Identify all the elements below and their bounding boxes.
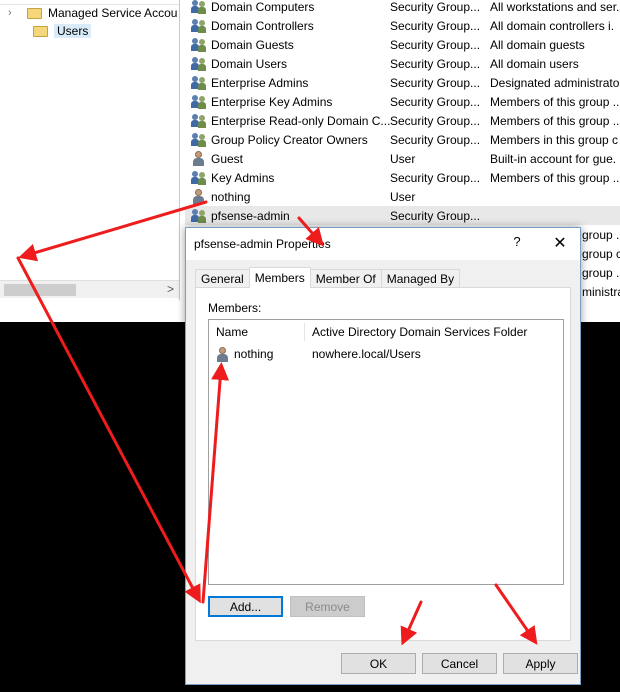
- row-type: Security Group...: [390, 0, 481, 14]
- row-name: Enterprise Admins: [211, 75, 309, 90]
- column-header-folder[interactable]: Active Directory Domain Services Folder: [305, 325, 527, 339]
- members-label: Members:: [208, 301, 262, 315]
- tab-managed-by[interactable]: Managed By: [380, 269, 461, 288]
- user-icon: [215, 346, 231, 362]
- dialog-titlebar[interactable]: pfsense-admin Properties ? ✕: [186, 228, 580, 260]
- row-type: Security Group...: [390, 56, 481, 71]
- members-listview[interactable]: Name Active Directory Domain Services Fo…: [208, 319, 564, 585]
- group-icon: [191, 56, 207, 71]
- dialog-title: pfsense-admin Properties: [194, 237, 331, 251]
- row-description: Members of this group ...: [490, 170, 620, 185]
- chevron-right-icon[interactable]: ›: [8, 7, 22, 19]
- member-folder: nowhere.local/Users: [312, 347, 421, 361]
- user-icon: [191, 189, 207, 204]
- list-row-domain-computers[interactable]: Domain Computers Security Group... All w…: [185, 0, 620, 16]
- close-icon[interactable]: ✕: [550, 233, 570, 253]
- row-description: All domain guests: [490, 37, 585, 52]
- folder-icon: [33, 25, 48, 37]
- tree-item-label: Managed Service Accou: [48, 6, 178, 20]
- list-row-nothing[interactable]: nothing User: [185, 187, 620, 206]
- clipped-desc: group ...: [582, 228, 620, 242]
- group-icon: [191, 94, 207, 109]
- column-header: Name Active Directory Domain Services Fo…: [209, 320, 563, 344]
- row-description: Designated administrato: [490, 75, 620, 90]
- row-type: Security Group...: [390, 208, 481, 223]
- row-name: Domain Computers: [211, 0, 315, 14]
- row-description: All domain users: [490, 56, 579, 71]
- row-type: Security Group...: [390, 170, 481, 185]
- row-type: User: [390, 151, 416, 166]
- user-icon: [191, 151, 207, 166]
- clipped-descriptions: group ... group can group ... ministrato: [582, 228, 620, 304]
- group-icon: [191, 0, 207, 14]
- row-type: Security Group...: [390, 94, 481, 109]
- row-name: nothing: [211, 189, 251, 204]
- list-row-enterprise-read-only[interactable]: Enterprise Read-only Domain C... Securit…: [185, 111, 620, 130]
- row-name: Domain Users: [211, 56, 288, 71]
- column-header-name[interactable]: Name: [209, 323, 305, 341]
- list-row-guest[interactable]: Guest User Built-in account for gue.: [185, 149, 620, 168]
- tree-item-managed-service-accounts[interactable]: › Managed Service Accou: [0, 4, 179, 22]
- group-icon: [191, 132, 207, 147]
- row-name: Group Policy Creator Owners: [211, 132, 368, 147]
- tab-general[interactable]: General: [195, 269, 250, 288]
- row-name: Guest: [211, 151, 244, 166]
- row-type: Security Group...: [390, 75, 481, 90]
- group-icon: [191, 37, 207, 52]
- list-row-group-policy-creator-owners[interactable]: Group Policy Creator Owners Security Gro…: [185, 130, 620, 149]
- horizontal-scrollbar[interactable]: >: [0, 280, 179, 298]
- row-type: Security Group...: [390, 37, 481, 52]
- row-type: Security Group...: [390, 113, 481, 128]
- group-icon: [191, 113, 207, 128]
- group-icon: [191, 170, 207, 185]
- row-name: Domain Guests: [211, 37, 294, 52]
- list-row-enterprise-admins[interactable]: Enterprise Admins Security Group... Desi…: [185, 73, 620, 92]
- clipped-desc: group can: [582, 247, 620, 261]
- row-description: Members of this group ...: [490, 94, 620, 109]
- member-row-nothing[interactable]: nothing nowhere.local/Users: [209, 345, 563, 363]
- row-name: Enterprise Key Admins: [211, 94, 333, 109]
- scroll-right-arrow-icon[interactable]: >: [167, 282, 174, 296]
- group-icon: [191, 18, 207, 33]
- row-description: Built-in account for gue.: [490, 151, 617, 166]
- row-type: User: [390, 189, 416, 204]
- row-name: pfsense-admin: [211, 208, 290, 223]
- ok-button[interactable]: OK: [341, 653, 416, 674]
- row-description: All workstations and ser.: [490, 0, 620, 14]
- row-name: Enterprise Read-only Domain C...: [211, 113, 390, 128]
- row-name: Key Admins: [211, 170, 275, 185]
- properties-dialog: pfsense-admin Properties ? ✕ General Mem…: [185, 227, 581, 685]
- add-button[interactable]: Add...: [208, 596, 283, 617]
- list-row-enterprise-key-admins[interactable]: Enterprise Key Admins Security Group... …: [185, 92, 620, 111]
- clipped-desc: ministrato: [582, 285, 620, 299]
- help-icon[interactable]: ?: [508, 234, 526, 252]
- tree-item-label: Users: [54, 24, 92, 38]
- tree-item-users[interactable]: Users: [0, 22, 179, 40]
- scrollbar-thumb[interactable]: [4, 284, 76, 296]
- row-type: Security Group...: [390, 132, 481, 147]
- row-description: Members of this group ...: [490, 113, 620, 128]
- cancel-button[interactable]: Cancel: [422, 653, 497, 674]
- tree-pane: › Managed Service Accou Users >: [0, 0, 180, 300]
- group-icon: [191, 75, 207, 90]
- group-icon: [191, 208, 207, 223]
- apply-button[interactable]: Apply: [503, 653, 578, 674]
- list-row-domain-guests[interactable]: Domain Guests Security Group... All doma…: [185, 35, 620, 54]
- list-row-pfsense-admin[interactable]: pfsense-admin Security Group...: [185, 206, 620, 225]
- tab-member-of[interactable]: Member Of: [309, 269, 382, 288]
- row-description: Members in this group c: [490, 132, 619, 147]
- member-name: nothing: [234, 347, 274, 361]
- folder-icon: [27, 7, 42, 19]
- list-row-key-admins[interactable]: Key Admins Security Group... Members of …: [185, 168, 620, 187]
- row-type: Security Group...: [390, 18, 481, 33]
- row-name: Domain Controllers: [211, 18, 314, 33]
- remove-button[interactable]: Remove: [290, 596, 365, 617]
- row-description: All domain controllers i.: [490, 18, 615, 33]
- clipped-desc: group ...: [582, 266, 620, 280]
- list-row-domain-users[interactable]: Domain Users Security Group... All domai…: [185, 54, 620, 73]
- tab-members[interactable]: Members: [248, 267, 311, 288]
- list-row-domain-controllers[interactable]: Domain Controllers Security Group... All…: [185, 16, 620, 35]
- members-tab-panel: Members: Name Active Directory Domain Se…: [195, 287, 571, 641]
- tab-strip: General Members Member Of Managed By: [195, 267, 461, 288]
